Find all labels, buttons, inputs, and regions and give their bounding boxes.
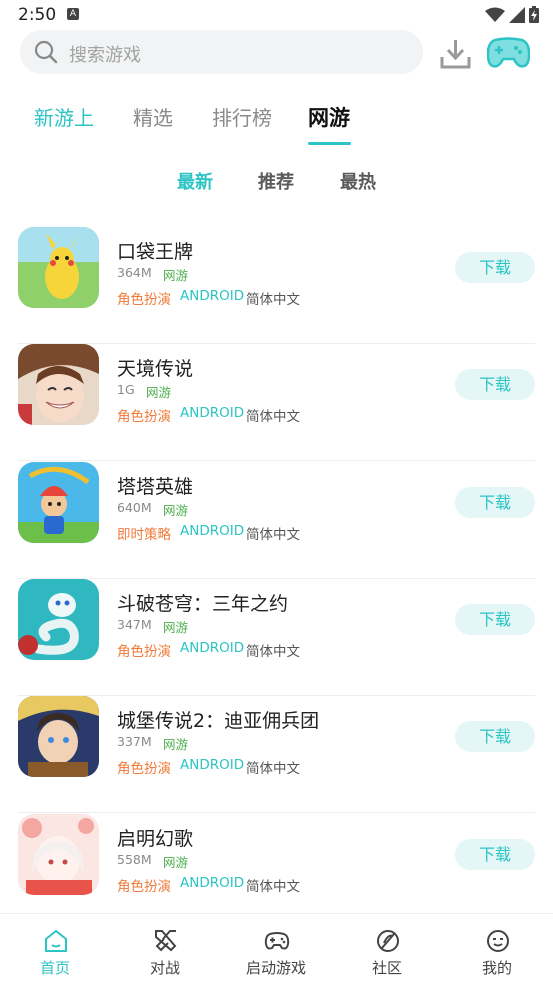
game-language: 简体中文 [246,527,300,543]
nav-launch-game[interactable]: 启动游戏 [221,914,331,984]
nav-home-label: 首页 [39,959,70,977]
list-item[interactable]: 塔塔英雄 640M 网游 即时策略 ANDROID 简体中文 下载 [0,462,553,579]
game-size: 347M [117,617,152,632]
notification-a-icon: A [67,8,79,20]
list-item[interactable]: 斗破苍穹：三年之约 347M 网游 角色扮演 ANDROID 简体中文 下载 [0,579,553,696]
community-icon [377,930,399,952]
game-icon [18,344,99,425]
nav-launch-game-label: 启动游戏 [245,959,306,977]
game-genre: 角色扮演 [117,761,171,777]
list-item[interactable]: 城堡传说2：迪亚佣兵团 337M 网游 角色扮演 ANDROID 简体中文 下载 [0,696,553,813]
game-title: 斗破苍穹：三年之约 [117,593,289,615]
game-icon [18,579,99,660]
game-type: 网游 [163,855,189,870]
game-language: 简体中文 [246,879,300,895]
nav-community-label: 社区 [371,959,402,977]
divider [18,460,535,461]
list-item[interactable]: 口袋王牌 364M 网游 角色扮演 ANDROID 简体中文 下载 [0,227,553,344]
gamepad-icon [264,932,290,950]
gamepad-icon[interactable] [487,37,530,69]
nav-battle-label: 对战 [149,959,180,977]
status-icons [485,6,539,23]
subtab-hottest[interactable]: 最热 [340,168,376,194]
nav-home[interactable]: 首页 [0,914,110,984]
game-size: 337M [117,734,152,749]
game-type: 网游 [163,620,189,635]
game-genre: 角色扮演 [117,879,171,895]
signal-icon [509,6,525,23]
game-icon [18,227,99,308]
download-button[interactable]: 下载 [455,369,535,400]
game-type: 网游 [146,385,172,400]
search-icon [34,40,58,64]
game-type: 网游 [163,268,189,283]
game-size: 364M [117,265,152,280]
download-icon[interactable] [440,38,471,69]
game-language: 简体中文 [246,292,300,308]
nav-battle[interactable]: 对战 [110,914,220,984]
game-icon [18,814,99,895]
crossed-swords-icon [155,930,177,952]
game-title: 口袋王牌 [117,241,194,263]
game-size: 640M [117,500,152,515]
search-placeholder: 搜索游戏 [69,45,141,66]
divider [18,812,535,813]
home-icon [45,929,67,952]
wifi-icon [485,7,505,22]
bottom-nav: 首页 对战 启动游戏 社区 我的 [0,913,553,984]
game-title: 启明幻歌 [117,828,194,850]
game-title: 天境传说 [117,358,194,380]
game-genre: 角色扮演 [117,292,171,308]
nav-community[interactable]: 社区 [332,914,442,984]
face-icon [487,930,509,952]
download-button[interactable]: 下载 [455,721,535,752]
game-size: 558M [117,852,152,867]
game-language: 简体中文 [246,644,300,660]
list-item[interactable]: 天境传说 1G 网游 角色扮演 ANDROID 简体中文 下载 [0,344,553,461]
game-platform: ANDROID [180,640,245,656]
download-button[interactable]: 下载 [455,604,535,635]
game-language: 简体中文 [246,409,300,425]
game-type: 网游 [163,737,189,752]
tab-online-games[interactable]: 网游 [308,102,350,132]
download-button[interactable]: 下载 [455,839,535,870]
subtab-latest[interactable]: 最新 [177,168,213,194]
game-platform: ANDROID [180,405,245,421]
download-button[interactable]: 下载 [455,252,535,283]
subtab-recommended[interactable]: 推荐 [258,168,294,194]
nav-profile-label: 我的 [481,959,512,977]
status-time: 2:50 [18,5,57,25]
download-button[interactable]: 下载 [455,487,535,518]
main-tabs: 新游上 精选 排行榜 网游 [0,96,553,148]
tab-underline [308,142,351,145]
game-title: 塔塔英雄 [117,476,194,498]
game-title: 城堡传说2：迪亚佣兵团 [117,710,320,732]
tab-featured[interactable]: 精选 [133,102,173,131]
game-platform: ANDROID [180,875,245,891]
game-size: 1G [117,382,135,397]
game-genre: 角色扮演 [117,409,171,425]
game-language: 简体中文 [246,761,300,777]
tab-new-games[interactable]: 新游上 [34,102,94,131]
game-icon [18,696,99,777]
search-input[interactable]: 搜索游戏 [20,30,423,74]
game-platform: ANDROID [180,523,245,539]
game-platform: ANDROID [180,288,245,304]
tab-ranking[interactable]: 排行榜 [212,102,272,131]
nav-profile[interactable]: 我的 [442,914,552,984]
status-bar: 2:50 A [0,0,553,30]
game-type: 网游 [163,503,189,518]
game-genre: 角色扮演 [117,644,171,660]
battery-icon [529,6,539,23]
game-genre: 即时策略 [117,527,171,543]
game-platform: ANDROID [180,757,245,773]
game-icon [18,462,99,543]
